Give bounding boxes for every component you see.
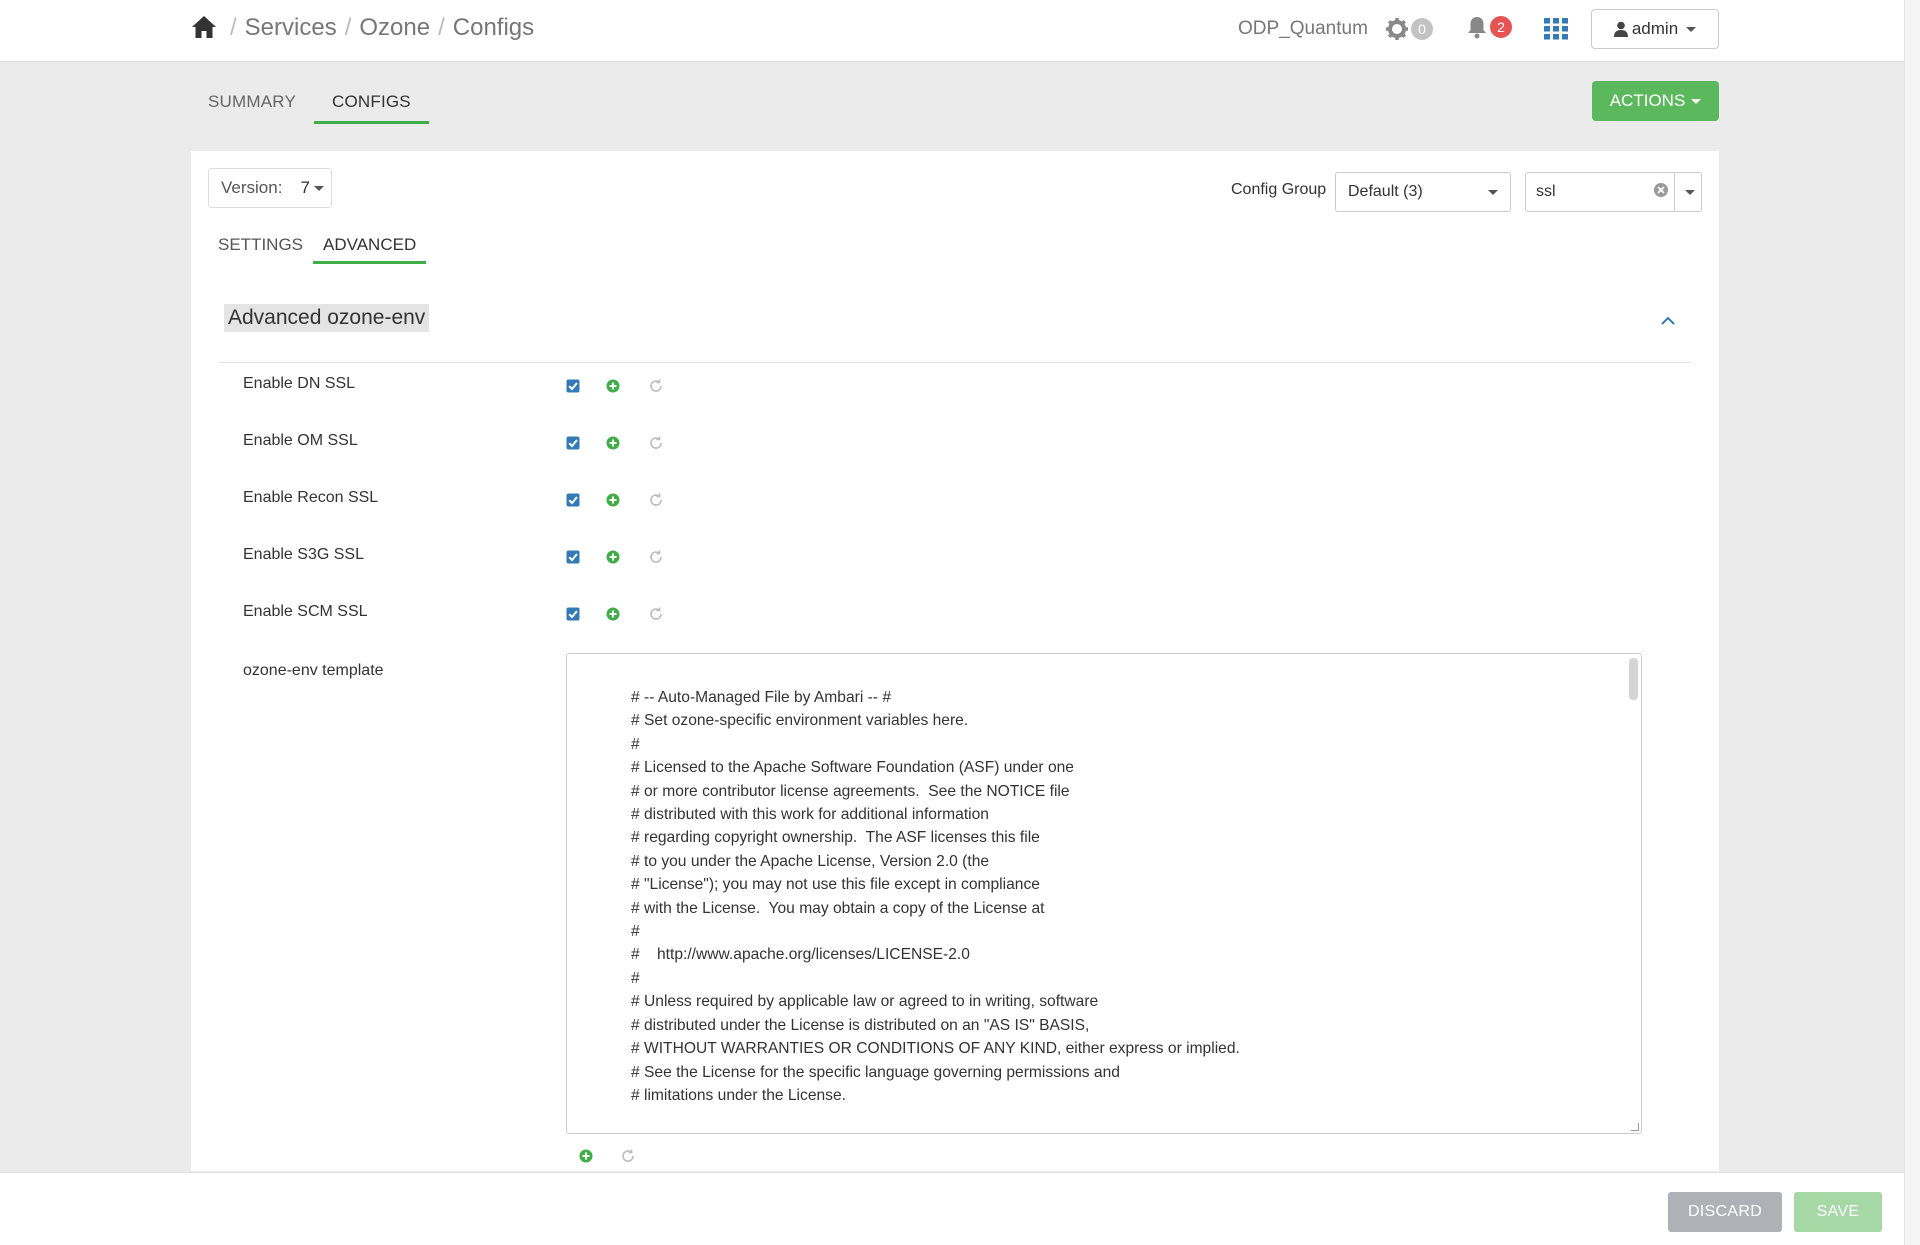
chevron-up-icon[interactable] (1659, 314, 1677, 326)
ops-count-badge: 0 (1411, 18, 1433, 40)
add-override-icon[interactable] (579, 1149, 593, 1163)
breadcrumb-separator: / (438, 14, 445, 41)
user-name: admin (1631, 19, 1679, 38)
refresh-icon[interactable] (648, 492, 664, 508)
version-label: Version: (221, 178, 283, 197)
refresh-icon[interactable] (648, 378, 664, 394)
chevron-down-icon (313, 185, 324, 191)
config-group-value: Default (3) (1348, 183, 1423, 200)
chevron-down-icon (1686, 26, 1697, 32)
cluster-name[interactable]: ODP_Quantum (1238, 18, 1368, 40)
bell-icon (1468, 17, 1486, 39)
checkbox-checked-icon[interactable] (566, 550, 580, 564)
actions-button[interactable]: ACTIONS (1592, 81, 1719, 121)
breadcrumb-separator: / (344, 14, 352, 41)
add-override-icon[interactable] (606, 379, 620, 393)
checkbox-checked-icon[interactable] (566, 379, 580, 393)
tab-advanced[interactable]: ADVANCED (313, 235, 427, 264)
property-row-enable-om-ssl: Enable OM SSL (243, 428, 1643, 458)
alerts-count-badge: 2 (1490, 16, 1512, 38)
template-content[interactable]: # -- Auto-Managed File by Ambari -- # # … (631, 686, 1240, 1133)
breadcrumb: / Services / Ozone / Configs (222, 14, 534, 42)
version-dropdown[interactable]: Version: 7 (208, 168, 332, 208)
clear-icon[interactable] (1653, 182, 1669, 198)
top-navbar: / Services / Ozone / Configs ODP_Quantum… (0, 0, 1920, 62)
ozone-env-template-textarea[interactable]: # -- Auto-Managed File by Ambari -- # # … (566, 653, 1642, 1134)
page-scrollbar[interactable] (1904, 0, 1920, 1245)
chevron-down-icon (1685, 189, 1695, 195)
add-override-icon[interactable] (606, 436, 620, 450)
property-label: Enable SCM SSL (243, 603, 368, 620)
checkbox-checked-icon[interactable] (566, 493, 580, 507)
property-label: Enable DN SSL (243, 375, 356, 392)
checkbox-checked-icon[interactable] (566, 436, 580, 450)
add-override-icon[interactable] (606, 550, 620, 564)
save-button[interactable]: SAVE (1794, 1192, 1882, 1232)
config-filter (1525, 172, 1702, 212)
textarea-scrollbar[interactable] (1629, 658, 1638, 700)
checkbox-checked-icon[interactable] (566, 607, 580, 621)
version-value: 7 (300, 178, 310, 197)
template-label: ozone-env template (243, 662, 384, 679)
section-title[interactable]: Advanced ozone-env (224, 304, 430, 332)
config-group-select[interactable]: Default (3) (1335, 172, 1511, 212)
add-override-icon[interactable] (606, 493, 620, 507)
background-ops-indicator[interactable]: 0 (1385, 17, 1433, 41)
gear-icon (1386, 18, 1408, 40)
alerts-indicator[interactable]: 2 (1466, 15, 1512, 39)
apps-grid-icon[interactable] (1544, 18, 1568, 40)
breadcrumb-ozone[interactable]: Ozone (359, 14, 430, 42)
resize-handle-icon[interactable] (1631, 1123, 1639, 1131)
breadcrumb-separator: / (230, 14, 237, 41)
configs-panel: Version: 7 Config Group Default (3) SETT… (191, 151, 1719, 1171)
user-icon (1613, 21, 1628, 37)
breadcrumb-services[interactable]: Services (245, 14, 337, 42)
property-row-enable-recon-ssl: Enable Recon SSL (243, 485, 1643, 515)
footer-bar: DISCARD SAVE (0, 1172, 1920, 1245)
property-label: Enable OM SSL (243, 432, 358, 449)
add-override-icon[interactable] (606, 607, 620, 621)
refresh-icon[interactable] (648, 435, 664, 451)
config-sub-tabs: SETTINGS ADVANCED (218, 235, 427, 264)
property-label: Enable Recon SSL (243, 489, 379, 506)
refresh-icon[interactable] (648, 606, 664, 622)
breadcrumb-configs: Configs (452, 14, 535, 41)
chevron-down-icon (1488, 190, 1498, 195)
user-menu-button[interactable]: admin (1591, 9, 1719, 49)
config-group-label: Config Group (1231, 181, 1327, 198)
refresh-icon[interactable] (620, 1148, 636, 1164)
tab-settings[interactable]: SETTINGS (218, 235, 303, 264)
property-label: Enable S3G SSL (243, 546, 364, 563)
actions-label: ACTIONS (1609, 91, 1686, 110)
property-row-enable-s3g-ssl: Enable S3G SSL (243, 542, 1643, 572)
property-row-enable-dn-ssl: Enable DN SSL (243, 371, 1643, 401)
tab-configs[interactable]: CONFIGS (314, 92, 429, 124)
property-row-enable-scm-ssl: Enable SCM SSL (243, 599, 1643, 629)
home-icon[interactable] (190, 14, 218, 40)
refresh-icon[interactable] (648, 549, 664, 565)
service-tabs: SUMMARY CONFIGS (208, 92, 429, 124)
discard-button[interactable]: DISCARD (1668, 1192, 1782, 1232)
section-header[interactable] (219, 303, 1691, 363)
filter-dropdown-button[interactable] (1675, 172, 1702, 212)
chevron-down-icon (1691, 98, 1702, 104)
tab-summary[interactable]: SUMMARY (208, 92, 296, 124)
